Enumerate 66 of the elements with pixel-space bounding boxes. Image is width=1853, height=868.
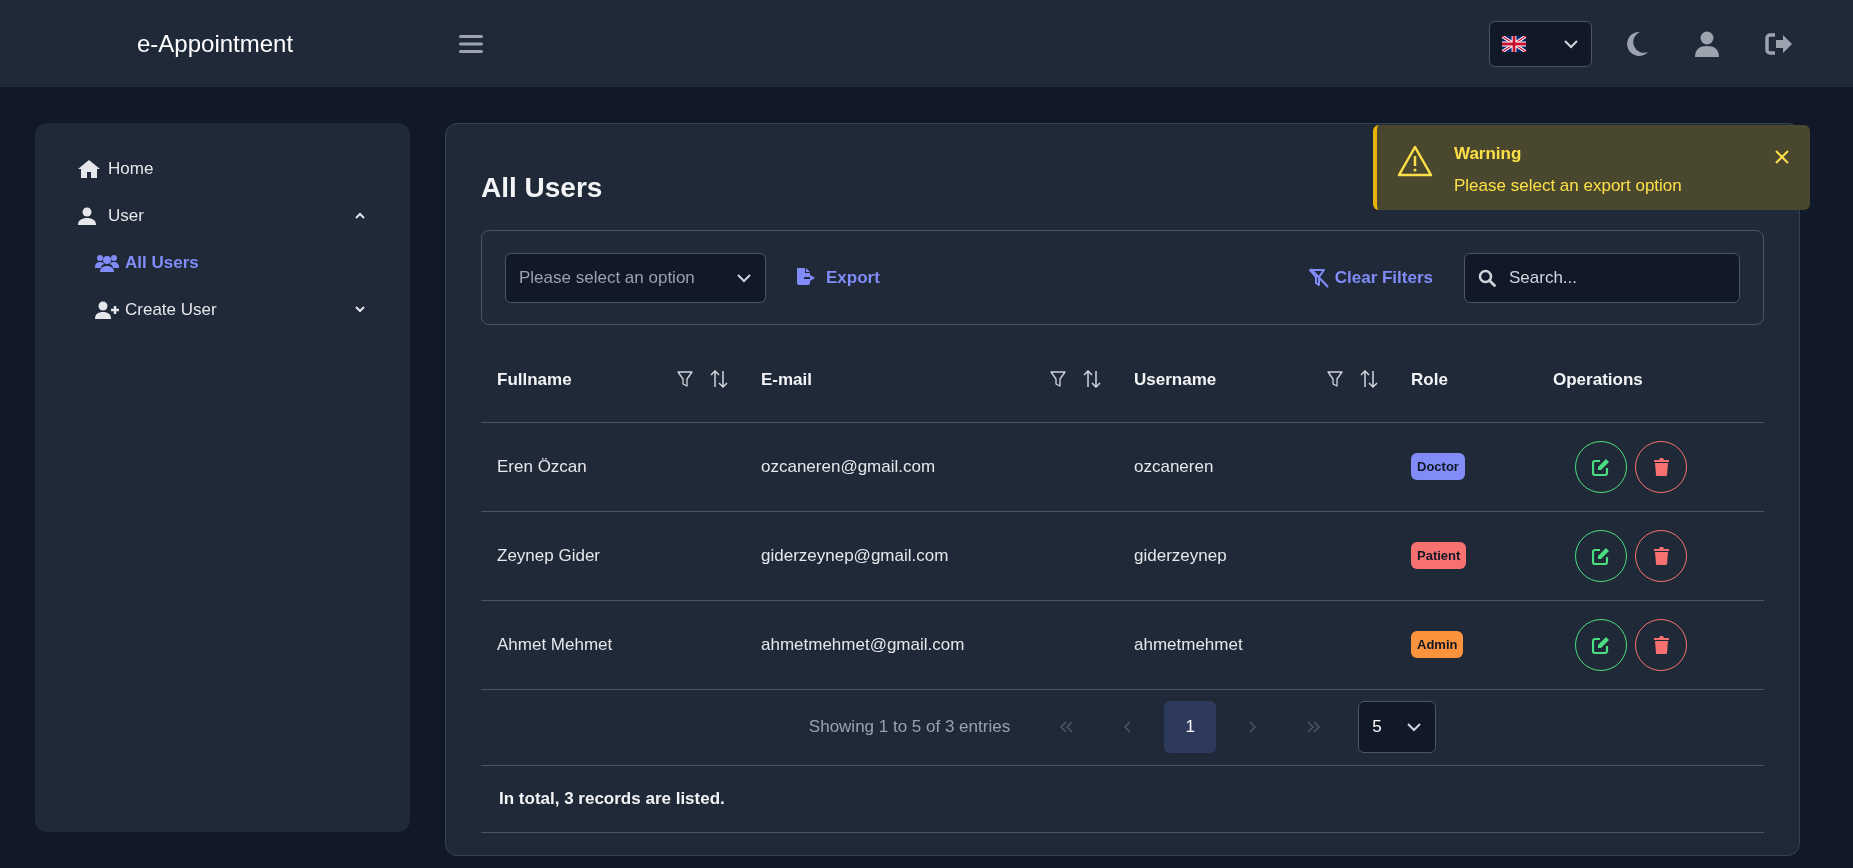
filter-icon[interactable] [677, 370, 693, 388]
edit-icon [1592, 635, 1610, 654]
filter-icon[interactable] [1327, 370, 1343, 388]
logout-icon[interactable] [1765, 31, 1793, 56]
filter-clear-icon [1308, 267, 1329, 288]
sidebar-item[interactable]: All Users [78, 239, 365, 286]
chevron-up-icon [355, 212, 365, 219]
sort-icon[interactable] [1359, 370, 1379, 389]
close-icon[interactable] [1774, 149, 1790, 165]
column-header: Username [1134, 368, 1218, 391]
name-cell: Ahmet Mehmet [497, 634, 613, 654]
email-cell: ahmetmehmet@gmail.com [761, 634, 965, 654]
page-title: All Users [481, 171, 603, 205]
column-header: E-mail [761, 368, 814, 391]
role-badge: Patient [1411, 541, 1467, 570]
email-cell: giderzeynep@gmail.com [761, 545, 949, 565]
page-size-select[interactable]: 5 [1358, 701, 1437, 753]
language-select[interactable] [1489, 20, 1592, 67]
toast-message: Please select an export option [1454, 174, 1683, 197]
export-select[interactable]: Please select an option [505, 252, 766, 303]
chevron-down-icon [355, 306, 365, 313]
user-icon[interactable] [1695, 30, 1719, 57]
page-button[interactable]: 1 [1164, 701, 1217, 753]
sidebar-item[interactable]: Create User [78, 286, 365, 333]
users-icon [95, 253, 119, 272]
role-badge: Doctor [1411, 452, 1465, 481]
trash-icon [1653, 546, 1669, 565]
sort-icon[interactable] [709, 370, 729, 389]
home-icon [78, 159, 100, 178]
search-field[interactable]: Search... [1464, 252, 1740, 303]
flag-icon [1502, 35, 1526, 52]
sidebar-item[interactable]: Home [78, 145, 365, 192]
trash-icon [1653, 457, 1669, 476]
user-icon [78, 206, 96, 225]
user-plus-icon [95, 300, 119, 319]
trash-icon [1653, 635, 1669, 654]
role-badge: Admin [1411, 630, 1464, 659]
search-icon [1478, 268, 1496, 287]
username-cell: ozcaneren [1134, 456, 1214, 476]
sidebar-item[interactable]: User [78, 192, 365, 239]
export-button[interactable]: Export [796, 264, 880, 291]
toast-title: Warning [1454, 143, 1523, 165]
edit-icon [1592, 457, 1610, 476]
file-export-icon [796, 267, 816, 288]
edit-icon [1592, 546, 1610, 565]
entries-summary: Showing 1 to 5 of 3 entries [808, 716, 1011, 739]
column-header: Fullname [497, 368, 573, 391]
warning-icon [1397, 145, 1433, 177]
username-cell: ahmetmehmet [1134, 634, 1243, 654]
column-header: Operations [1553, 368, 1644, 391]
chevron-down-icon [736, 272, 752, 283]
double-chevron-left-icon [1058, 721, 1075, 733]
email-cell: ozcaneren@gmail.com [761, 456, 936, 476]
records-summary: In total, 3 records are listed. [499, 787, 725, 810]
username-cell: giderzeynep [1134, 545, 1227, 565]
moon-icon[interactable] [1625, 30, 1649, 57]
brand-title: e-Appointment [137, 28, 295, 59]
chevron-down-icon [1563, 38, 1579, 49]
chevron-down-icon [1406, 722, 1423, 732]
name-cell: Zeynep Gider [497, 545, 600, 565]
clear-filters-button[interactable]: Clear Filters [1308, 264, 1433, 291]
column-header: Role [1411, 368, 1449, 391]
double-chevron-right-icon [1306, 721, 1323, 733]
filter-icon[interactable] [1050, 370, 1066, 388]
sort-icon[interactable] [1082, 370, 1102, 389]
name-cell: Eren Özcan [497, 456, 587, 476]
